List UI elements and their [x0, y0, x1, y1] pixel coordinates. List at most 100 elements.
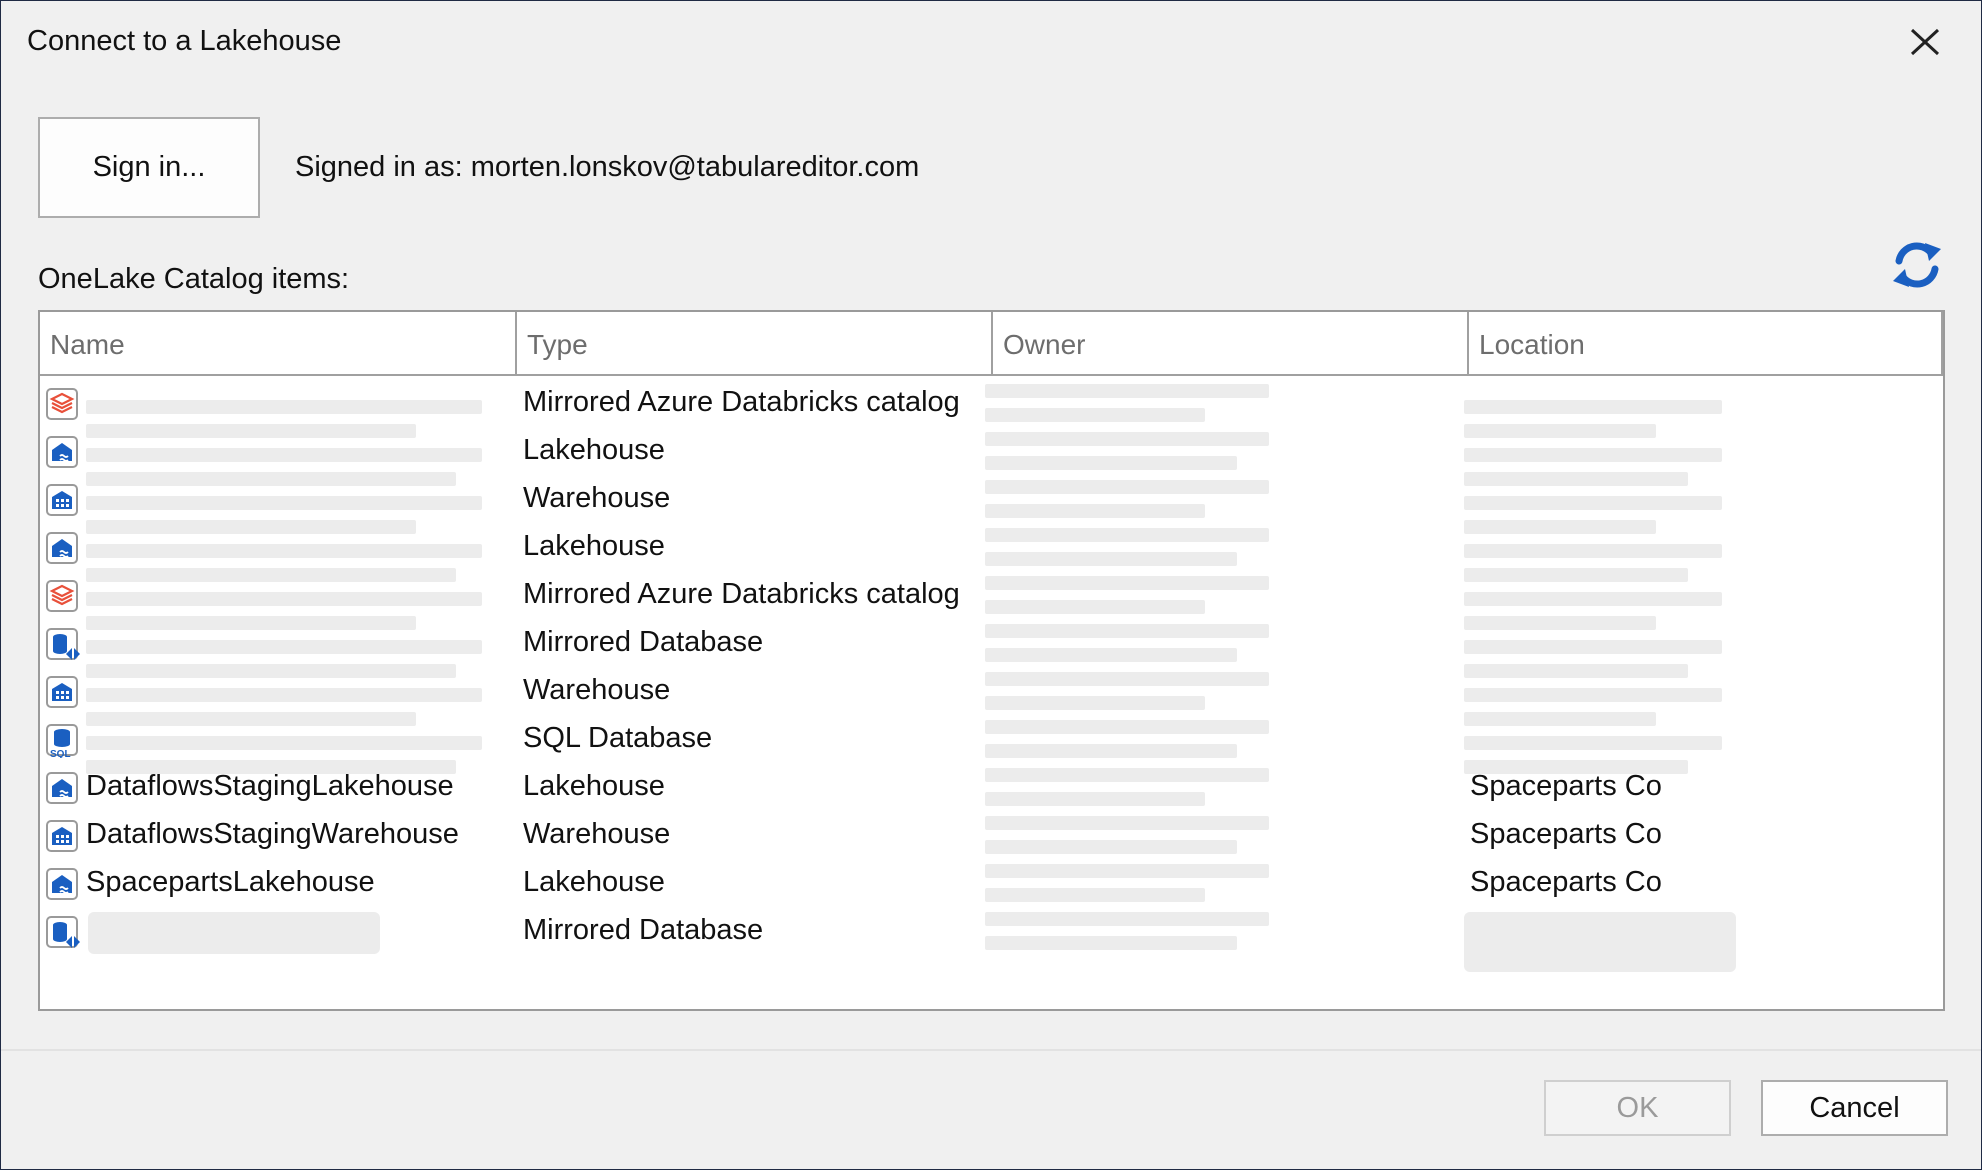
- redacted-name: [86, 448, 482, 462]
- table-row[interactable]: Mirrored Azure Databricks catalog: [40, 380, 1943, 438]
- warehouse-icon: [46, 820, 78, 852]
- warehouse-icon: [46, 484, 78, 516]
- redacted-owner: [985, 432, 1269, 446]
- redacted-location: [1464, 736, 1722, 750]
- lakehouse-icon: [46, 532, 78, 564]
- redacted-owner: [985, 624, 1269, 638]
- table-row[interactable]: Mirrored Database: [40, 620, 1943, 678]
- redacted-owner: [985, 768, 1269, 782]
- redacted-name: [88, 912, 380, 954]
- row-type: Lakehouse: [523, 770, 665, 802]
- redacted-owner: [985, 504, 1205, 518]
- table-row[interactable]: Mirrored Database: [40, 908, 1943, 972]
- redacted-owner: [985, 456, 1237, 470]
- ok-button[interactable]: OK: [1544, 1080, 1731, 1136]
- table-row[interactable]: Mirrored Azure Databricks catalog: [40, 572, 1943, 630]
- table-row[interactable]: Warehouse: [40, 668, 1943, 726]
- redacted-name: [86, 400, 482, 414]
- redacted-location: [1464, 448, 1722, 462]
- column-header-name[interactable]: Name: [40, 312, 517, 374]
- row-name: DataflowsStagingWarehouse: [86, 818, 459, 850]
- redacted-owner: [985, 720, 1269, 734]
- redacted-owner: [985, 480, 1269, 494]
- row-type: Lakehouse: [523, 530, 665, 562]
- redacted-name: [86, 496, 482, 510]
- redacted-owner: [985, 576, 1269, 590]
- mirrored-database-icon: [46, 916, 80, 948]
- row-type: SQL Database: [523, 722, 713, 754]
- databricks-icon: [46, 388, 78, 420]
- redacted-location: [1464, 640, 1722, 654]
- row-name: SpacepartsLakehouse: [86, 866, 375, 898]
- redacted-owner: [985, 672, 1269, 686]
- row-type: Lakehouse: [523, 434, 665, 466]
- redacted-name: [86, 736, 482, 750]
- row-name: DataflowsStagingLakehouse: [86, 770, 454, 802]
- svg-text:SQL: SQL: [50, 749, 71, 758]
- redacted-owner: [985, 648, 1237, 662]
- table-row[interactable]: SQL SQL Database: [40, 716, 1943, 774]
- redacted-owner: [985, 792, 1205, 806]
- lakehouse-icon: [46, 436, 78, 468]
- redacted-location: [1464, 688, 1722, 702]
- redacted-name: [86, 688, 482, 702]
- redacted-location: [1464, 912, 1736, 972]
- sign-in-button[interactable]: Sign in...: [38, 117, 260, 218]
- row-type: Warehouse: [523, 818, 671, 850]
- column-header-location[interactable]: Location: [1469, 312, 1943, 374]
- mirrored-database-icon: [46, 628, 80, 660]
- refresh-icon: [1893, 242, 1941, 288]
- redacted-owner: [985, 816, 1269, 830]
- table-row[interactable]: Lakehouse: [40, 428, 1943, 486]
- databricks-icon: [46, 580, 78, 612]
- sql-database-icon: SQL: [46, 724, 78, 760]
- redacted-owner: [985, 600, 1205, 614]
- redacted-owner: [985, 528, 1269, 542]
- redacted-owner: [985, 864, 1269, 878]
- warehouse-icon: [46, 676, 78, 708]
- table-row[interactable]: SpacepartsLakehouse Lakehouse Spaceparts C…: [40, 860, 1943, 908]
- row-type: Warehouse: [523, 482, 671, 514]
- redacted-name: [86, 592, 482, 606]
- row-location: Spaceparts Co: [1470, 866, 1662, 898]
- dialog-title: Connect to a Lakehouse: [27, 25, 342, 57]
- redacted-owner: [985, 912, 1269, 926]
- close-button[interactable]: [1897, 19, 1949, 63]
- redacted-location: [1464, 400, 1722, 414]
- redacted-owner: [985, 840, 1237, 854]
- redacted-owner: [985, 552, 1237, 566]
- row-type: Lakehouse: [523, 866, 665, 898]
- lakehouse-icon: [46, 772, 78, 804]
- column-header-type[interactable]: Type: [517, 312, 993, 374]
- redacted-name: [86, 544, 482, 558]
- table-row[interactable]: Lakehouse: [40, 524, 1943, 582]
- table-row[interactable]: DataflowsStagingWarehouse Warehouse Spacep…: [40, 812, 1943, 860]
- table-row[interactable]: Warehouse: [40, 476, 1943, 534]
- connect-lakehouse-dialog: Connect to a Lakehouse Sign in... Signed…: [0, 0, 1982, 1170]
- redacted-location: [1464, 544, 1722, 558]
- close-icon: [1910, 28, 1940, 56]
- redacted-owner: [985, 696, 1205, 710]
- redacted-owner: [985, 744, 1237, 758]
- redacted-location: [1464, 496, 1722, 510]
- grid-header: Name Type Owner Location: [40, 312, 1943, 376]
- row-type: Mirrored Database: [523, 626, 764, 658]
- footer-divider: [1, 1049, 1981, 1051]
- cancel-button[interactable]: Cancel: [1761, 1080, 1948, 1136]
- redacted-owner: [985, 408, 1205, 422]
- column-header-owner[interactable]: Owner: [993, 312, 1469, 374]
- row-type: Mirrored Azure Databricks catalog: [523, 386, 960, 418]
- redacted-owner: [985, 384, 1269, 398]
- row-type: Mirrored Azure Databricks catalog: [523, 578, 960, 610]
- signed-in-status: Signed in as: morten.lonskov@tabularedit…: [295, 151, 920, 183]
- redacted-name: [86, 640, 482, 654]
- lakehouse-icon: [46, 868, 78, 900]
- refresh-button[interactable]: [1887, 239, 1947, 291]
- catalog-label: OneLake Catalog items:: [38, 263, 350, 295]
- redacted-owner: [985, 888, 1205, 902]
- redacted-location: [1464, 592, 1722, 606]
- redacted-owner: [985, 936, 1237, 950]
- catalog-grid: Name Type Owner Location Mirrored Azure …: [38, 310, 1945, 1011]
- row-type: Warehouse: [523, 674, 671, 706]
- table-row[interactable]: DataflowsStagingLakehouse Lakehouse Spacep…: [40, 764, 1943, 812]
